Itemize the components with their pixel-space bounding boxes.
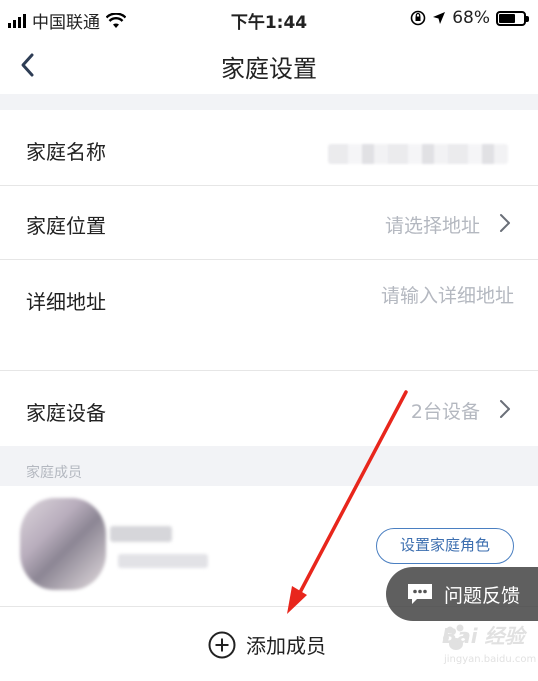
family-location-row[interactable]: 家庭位置 请选择地址 bbox=[0, 186, 538, 259]
orientation-lock-icon bbox=[410, 10, 426, 26]
battery-fill bbox=[499, 13, 516, 23]
feedback-button[interactable]: 问题反馈 bbox=[386, 567, 538, 621]
chat-icon bbox=[408, 584, 432, 604]
family-devices-label: 家庭设备 bbox=[26, 401, 106, 425]
member-name-blurred bbox=[110, 526, 172, 542]
family-name-label: 家庭名称 bbox=[26, 140, 106, 164]
detailed-address-label: 详细地址 bbox=[26, 290, 106, 314]
chevron-right-icon bbox=[500, 400, 510, 418]
section-spacer bbox=[0, 94, 538, 110]
nav-bar: 家庭设置 bbox=[0, 38, 538, 94]
members-section-title: 家庭成员 bbox=[26, 465, 82, 481]
add-circle-icon bbox=[208, 631, 236, 658]
chevron-right-icon bbox=[500, 214, 510, 232]
battery-icon bbox=[496, 10, 529, 26]
status-bar: 中国联通 下午1:44 68% bbox=[0, 0, 538, 38]
add-member-label: 添加成员 bbox=[246, 634, 326, 658]
watermark-sub: jingyan.baidu.com bbox=[444, 654, 537, 665]
add-member-button[interactable]: 添加成员 bbox=[208, 630, 326, 659]
page-title: 家庭设置 bbox=[221, 55, 317, 83]
devices-count: 2台设备 bbox=[410, 401, 480, 423]
feedback-label: 问题反馈 bbox=[444, 584, 521, 607]
family-name-value-blurred bbox=[328, 144, 508, 164]
members-section-header: 家庭成员 bbox=[0, 446, 538, 486]
set-family-role-button[interactable]: 设置家庭角色 bbox=[376, 528, 514, 564]
family-devices-row[interactable]: 家庭设备 2台设备 bbox=[0, 371, 538, 446]
member-info-blurred bbox=[118, 554, 208, 568]
location-arrow-icon bbox=[433, 12, 446, 24]
family-name-row[interactable]: 家庭名称 bbox=[0, 110, 538, 185]
battery-percent: 68% bbox=[452, 8, 490, 28]
avatar bbox=[20, 498, 106, 590]
status-right: 68% bbox=[410, 8, 529, 28]
detailed-address-row: 详细地址 请输入详细地址 bbox=[0, 260, 538, 370]
family-location-label: 家庭位置 bbox=[26, 214, 106, 238]
watermark: Bai 经验 jingyan.baidu.com bbox=[412, 618, 536, 678]
watermark-text: Bai 经验 bbox=[442, 624, 525, 648]
location-placeholder: 请选择地址 bbox=[384, 215, 480, 237]
detailed-address-input[interactable]: 请输入详细地址 bbox=[381, 281, 514, 308]
